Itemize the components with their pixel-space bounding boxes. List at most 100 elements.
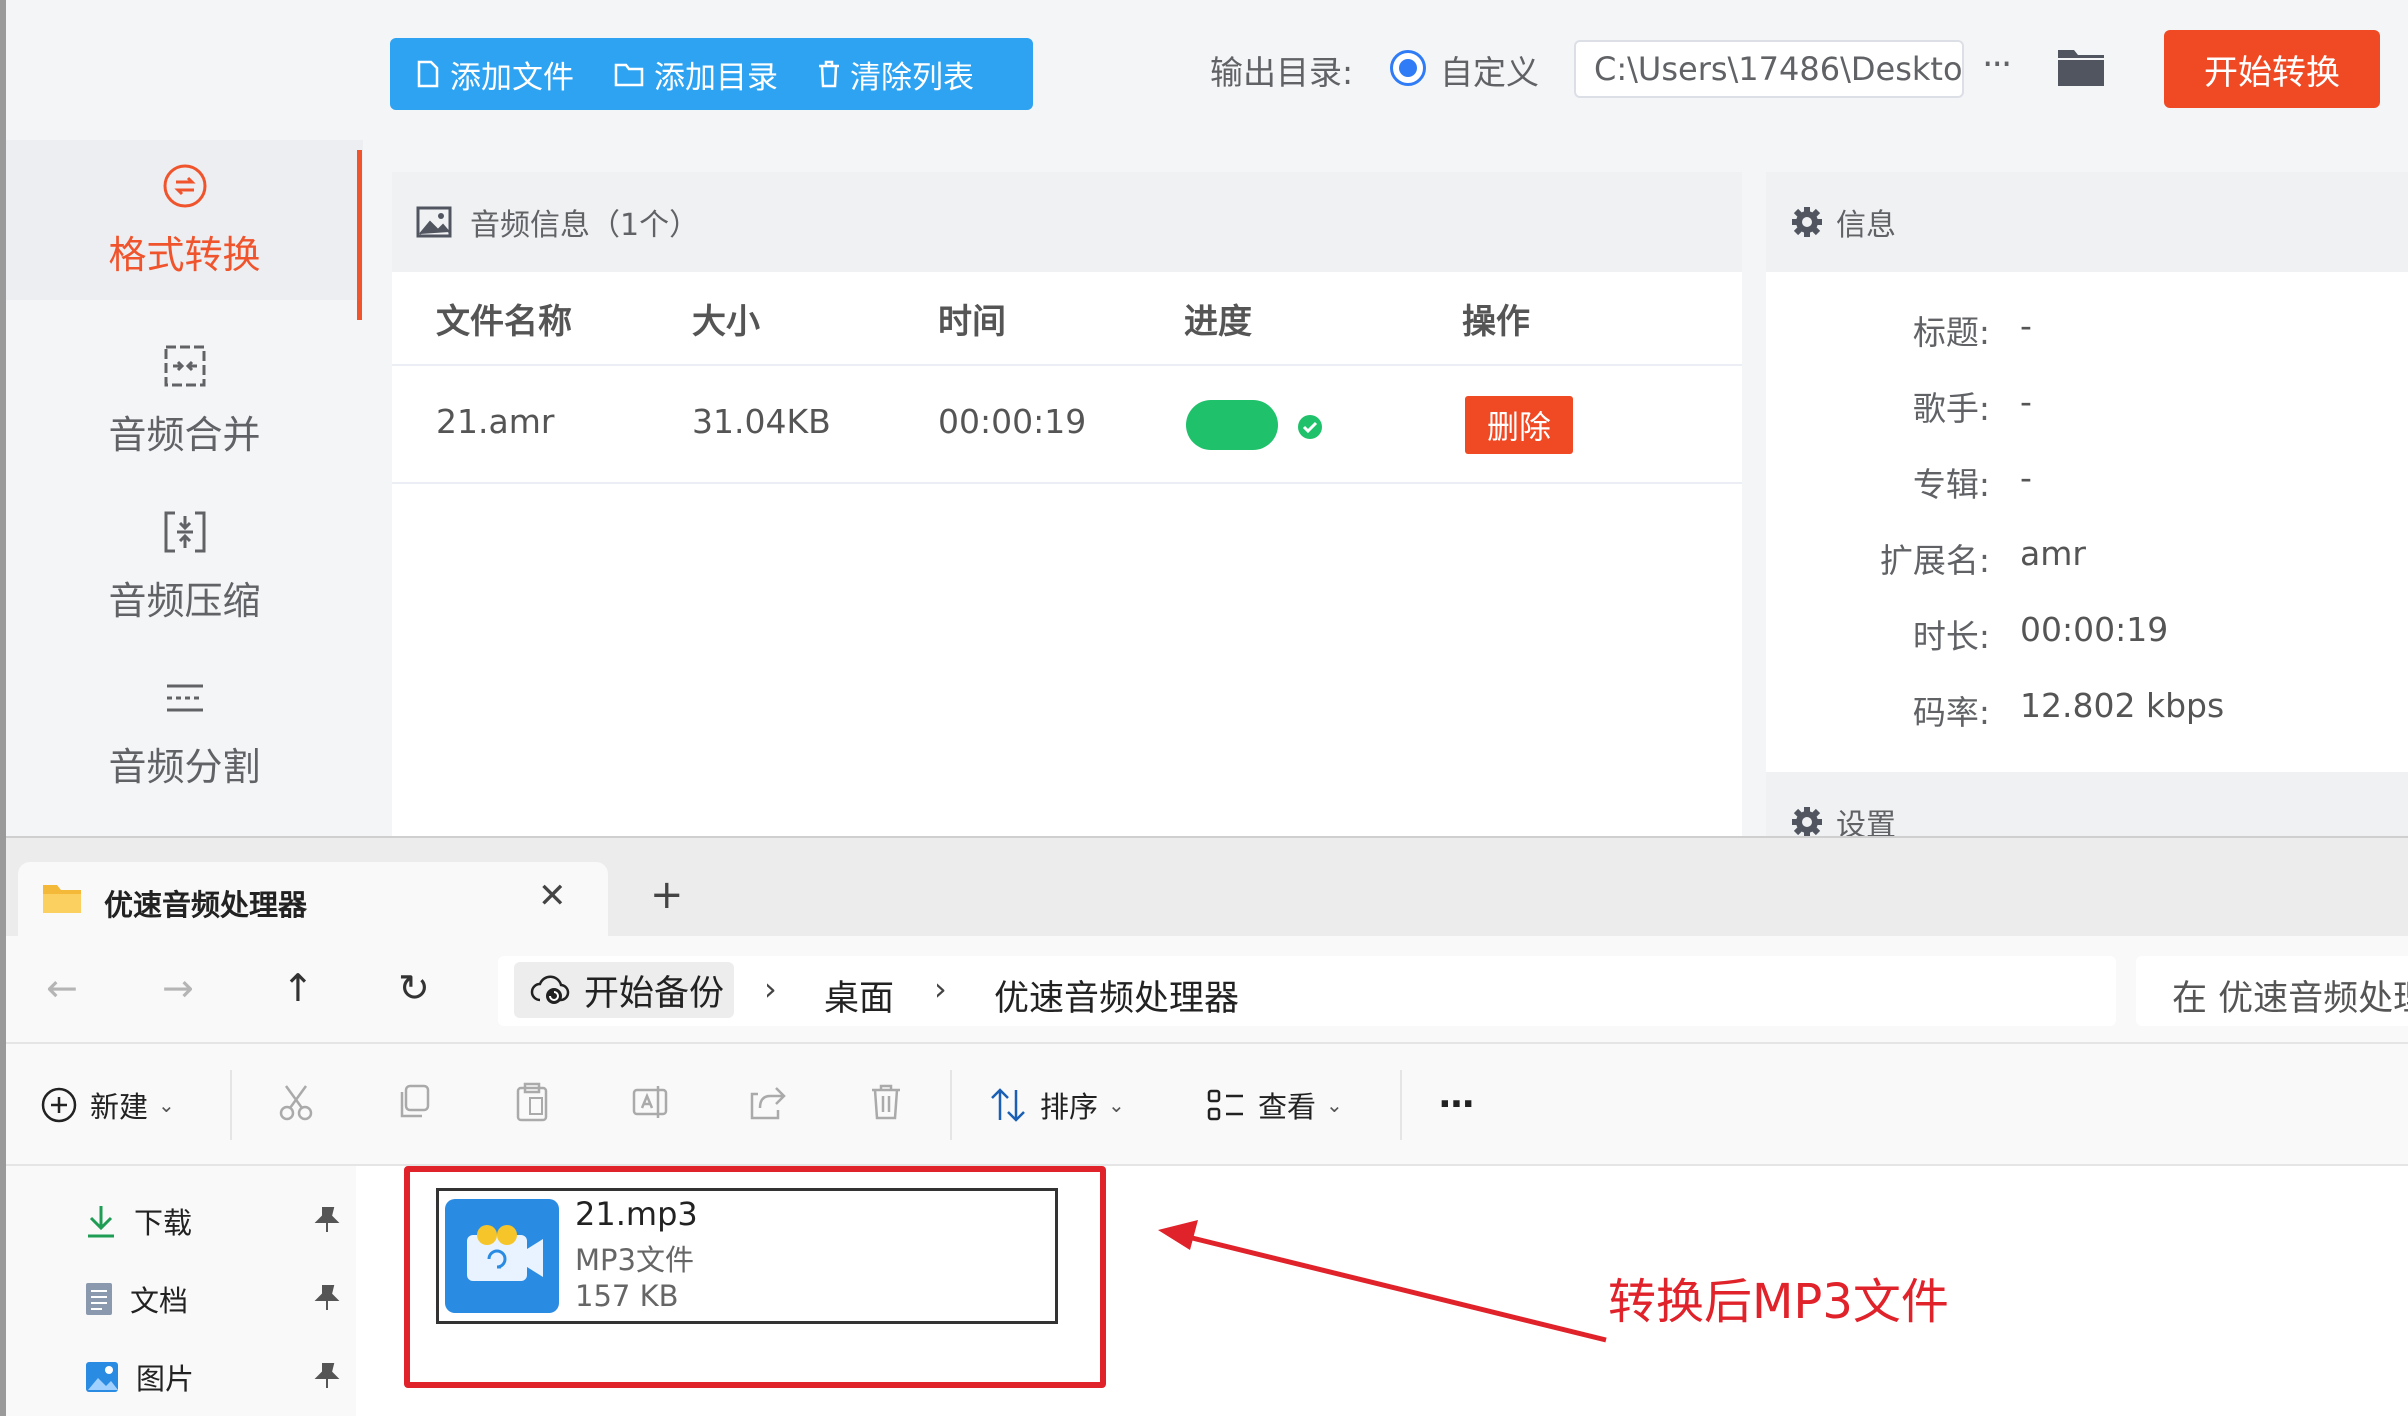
search-input[interactable]: 在 优速音频处理器 (2136, 956, 2408, 1026)
merge-icon (161, 342, 209, 390)
explorer-tab-title: 优速音频处理器 (104, 888, 308, 922)
sort-icon (988, 1086, 1040, 1124)
explorer-tab[interactable]: 优速音频处理器 ✕ (18, 862, 608, 938)
gear-icon (1790, 805, 1836, 836)
share-icon[interactable] (748, 1082, 788, 1122)
breadcrumb-item-desktop[interactable]: 桌面 (824, 970, 894, 1021)
sort-label: 排序 (1040, 1090, 1099, 1124)
compress-icon (161, 508, 209, 556)
file-size-cell: 31.04KB (692, 402, 831, 441)
paste-icon[interactable] (512, 1082, 552, 1122)
info-value-duration: 00:00:19 (2020, 610, 2169, 649)
folder-icon (42, 882, 82, 914)
pin-icon[interactable] (314, 1206, 340, 1234)
info-title: 信息 (1836, 208, 1896, 243)
nav-item-pictures[interactable]: 图片 (84, 1356, 194, 1398)
info-value-bitrate: 12.802 kbps (2020, 686, 2225, 725)
sidebar-item-audio-merge[interactable]: 音频合并 (6, 320, 363, 480)
cloud-sync-icon (530, 974, 584, 1006)
address-bar[interactable]: 开始备份 › 桌面 › 优速音频处理器 (498, 956, 2116, 1026)
breadcrumb-item-backup[interactable]: 开始备份 (514, 962, 734, 1018)
custom-output-radio-label[interactable]: 自定义 (1440, 46, 1539, 94)
settings-header[interactable]: 设置 (1766, 772, 2408, 836)
up-button[interactable]: ↑ (282, 966, 314, 1010)
more-options-button[interactable]: ··· (1982, 44, 2012, 85)
column-header-size: 大小 (692, 302, 760, 342)
command-bar: 新建 ⌄ 排序 ⌄ 查看 ⌄ ··· (0, 1044, 2408, 1166)
sidebar-item-audio-compress[interactable]: 音频压缩 (6, 486, 363, 646)
breadcrumb-separator: › (764, 970, 777, 1008)
info-key-title: 标题: (1912, 313, 1990, 352)
info-key-duration: 时长: (1912, 617, 1990, 656)
file-name: 21.mp3 (575, 1195, 698, 1233)
add-file-button[interactable]: 添加文件 (416, 52, 574, 97)
file-item[interactable]: 21.mp3 MP3文件 157 KB (436, 1188, 1058, 1324)
nav-item-label: 下载 (134, 1206, 193, 1240)
delete-button[interactable]: 删除 (1465, 396, 1573, 454)
more-commands-button[interactable]: ··· (1438, 1084, 1475, 1125)
chevron-down-icon: ⌄ (1108, 1093, 1125, 1117)
new-button[interactable]: 新建 ⌄ (40, 1084, 175, 1126)
convert-icon (161, 162, 209, 210)
cut-icon[interactable] (276, 1082, 316, 1122)
audio-list-title: 音频信息（1个） (470, 208, 700, 243)
file-size: 157 KB (575, 1279, 679, 1313)
start-convert-button[interactable]: 开始转换 (2164, 30, 2380, 108)
clear-list-button[interactable]: 清除列表 (818, 52, 974, 97)
output-path-input[interactable]: C:\Users\17486\Deskto (1574, 40, 1964, 98)
sort-button[interactable]: 排序 ⌄ (988, 1084, 1125, 1126)
view-button[interactable]: 查看 ⌄ (1206, 1084, 1343, 1126)
file-type: MP3文件 (575, 1243, 694, 1277)
image-icon (416, 206, 470, 238)
view-icon (1206, 1087, 1258, 1123)
picture-icon (84, 1360, 136, 1394)
column-header-time: 时间 (938, 302, 1006, 342)
copy-icon[interactable] (394, 1082, 434, 1122)
back-button[interactable]: ← (46, 966, 78, 1010)
info-key-bitrate: 码率: (1912, 693, 1990, 732)
mp3-file-icon (445, 1199, 559, 1313)
plus-circle-icon (40, 1086, 90, 1124)
refresh-button[interactable]: ↻ (398, 966, 430, 1010)
column-header-progress: 进度 (1184, 302, 1252, 342)
view-label: 查看 (1258, 1090, 1317, 1124)
new-tab-button[interactable]: + (650, 872, 684, 918)
nav-item-downloads[interactable]: 下载 (84, 1200, 192, 1242)
pin-icon[interactable] (314, 1362, 340, 1390)
audio-list-panel: 音频信息（1个） 文件名称 大小 时间 进度 操作 21.amr 31.04KB… (392, 172, 1742, 836)
info-header: 信息 (1766, 172, 2408, 272)
sidebar-item-format-convert[interactable]: 格式转换 (6, 140, 363, 300)
info-key-album: 专辑: (1912, 465, 1990, 504)
address-bar-row: ← → ↑ ↻ 开始备份 › 桌面 › 优速音频处理器 在 优速音频处理器 (0, 936, 2408, 1044)
annotation-text: 转换后MP3文件 (1608, 1274, 1949, 1330)
delete-icon[interactable] (866, 1082, 906, 1122)
pin-icon[interactable] (314, 1284, 340, 1312)
header-divider (392, 364, 1742, 366)
chevron-down-icon: ⌄ (1326, 1093, 1343, 1117)
divider (230, 1070, 232, 1140)
file-time-cell: 00:00:19 (938, 402, 1087, 441)
column-header-action: 操作 (1462, 302, 1530, 342)
forward-button[interactable]: → (162, 966, 194, 1010)
nav-item-label: 图片 (136, 1362, 195, 1396)
chevron-down-icon: ⌄ (158, 1093, 175, 1117)
clear-list-label: 清除列表 (850, 59, 974, 96)
explorer-tab-bar: 优速音频处理器 ✕ + (0, 836, 2408, 938)
check-circle-icon (1298, 415, 1322, 439)
file-explorer-window: 优速音频处理器 ✕ + ← → ↑ ↻ 开始备份 › 桌面 › 优速音频处理器 … (0, 836, 2408, 1416)
breadcrumb-label: 开始备份 (584, 973, 725, 1014)
info-key-extension: 扩展名: (1879, 541, 1990, 580)
custom-output-radio[interactable] (1390, 50, 1426, 86)
rename-icon[interactable] (630, 1082, 670, 1122)
document-icon (84, 1281, 130, 1317)
sidebar-item-audio-split[interactable]: 音频分割 (6, 652, 363, 812)
add-directory-button[interactable]: 添加目录 (614, 52, 778, 97)
converter-app: 格式转换 音频合并 音频压缩 音频分割 添加文件 添加目录 清除列表 输出目录:… (0, 0, 2408, 836)
annotation-arrow (1156, 1216, 1616, 1346)
open-folder-button[interactable] (2056, 44, 2106, 88)
close-tab-icon[interactable]: ✕ (538, 876, 567, 916)
split-icon (161, 674, 209, 722)
divider (1400, 1070, 1402, 1140)
nav-item-documents[interactable]: 文档 (84, 1278, 188, 1320)
breadcrumb-item-folder[interactable]: 优速音频处理器 (994, 970, 1239, 1021)
